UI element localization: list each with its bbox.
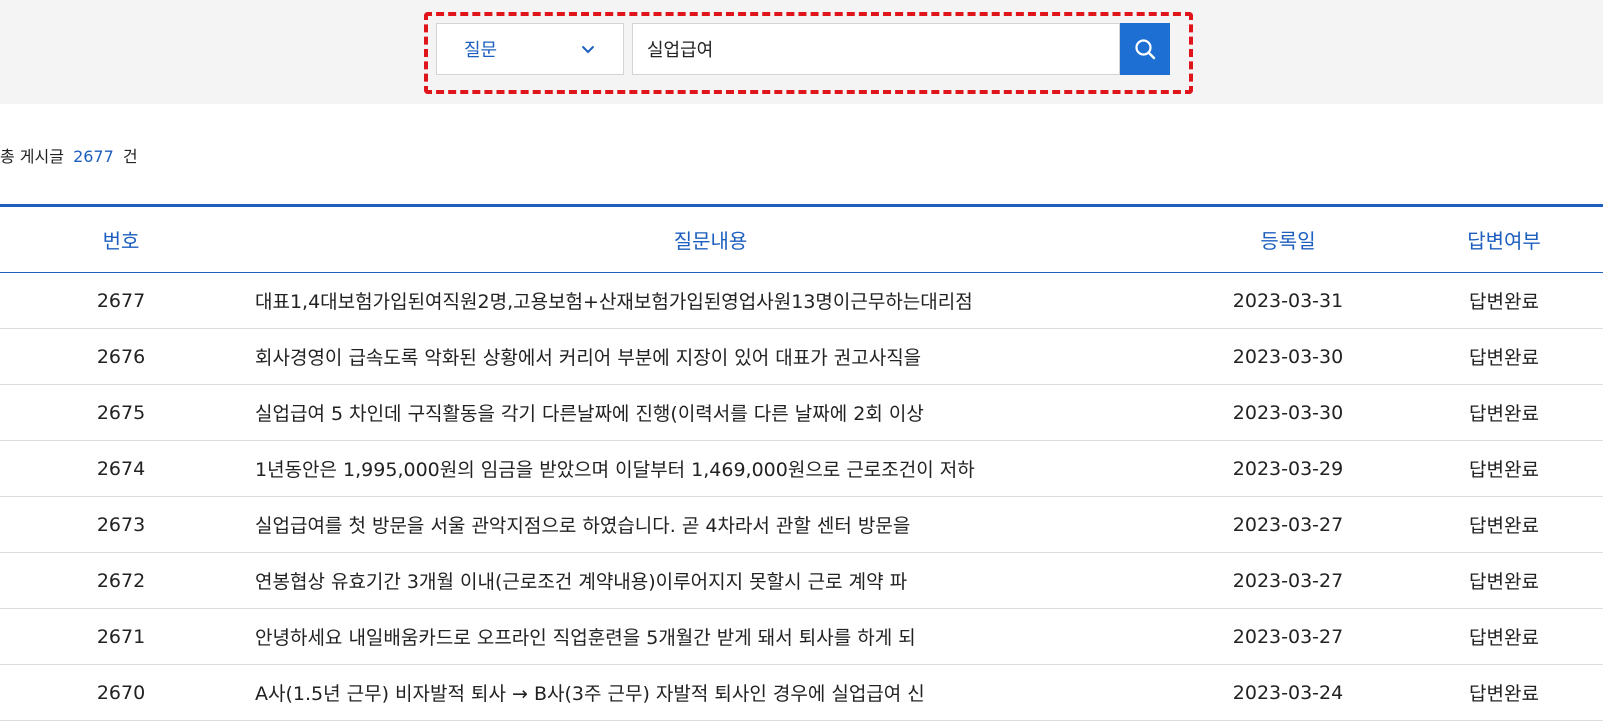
row-date: 2023-03-27 bbox=[1179, 608, 1397, 665]
header-answer-status: 답변여부 bbox=[1467, 229, 1541, 253]
table-row[interactable]: 2671 안녕하세요 내일배움카드로 오프라인 직업훈련을 5개월간 받게 돼서… bbox=[0, 608, 1603, 665]
row-status: 답변완료 bbox=[1397, 272, 1603, 329]
row-date: 2023-03-31 bbox=[1179, 272, 1397, 329]
row-date: 2023-03-27 bbox=[1179, 552, 1397, 609]
row-number: 2674 bbox=[0, 440, 242, 497]
search-button[interactable] bbox=[1120, 23, 1170, 75]
table-row[interactable]: 2670 A사(1.5년 근무) 비자발적 퇴사 → B사(3주 근무) 자발적… bbox=[0, 664, 1603, 721]
row-title-link[interactable]: A사(1.5년 근무) 비자발적 퇴사 → B사(3주 근무) 자발적 퇴사인 … bbox=[242, 664, 1179, 721]
search-icon bbox=[1134, 38, 1156, 60]
row-title-link[interactable]: 연봉협상 유효기간 3개월 이내(근로조건 계약내용)이루어지지 못할시 근로 … bbox=[242, 552, 1179, 609]
table-row[interactable]: 2674 1년동안은 1,995,000원의 임금을 받았으며 이달부터 1,4… bbox=[0, 440, 1603, 497]
row-number: 2671 bbox=[0, 608, 242, 665]
header-number: 번호 bbox=[102, 229, 140, 253]
row-number: 2675 bbox=[0, 384, 242, 441]
header-question: 질문내용 bbox=[673, 229, 748, 253]
total-count: 2677 bbox=[73, 147, 114, 166]
table-row[interactable]: 2673 실업급여를 첫 방문을 서울 관악지점으로 하였습니다. 곧 4차라서… bbox=[0, 496, 1603, 553]
table-header-row: 번호 질문내용 등록일 답변여부 bbox=[0, 205, 1603, 273]
row-date: 2023-03-29 bbox=[1179, 440, 1397, 497]
row-date: 2023-03-30 bbox=[1179, 384, 1397, 441]
row-title-link[interactable]: 실업급여 5 차인데 구직활동을 각기 다른날짜에 진행(이력서를 다른 날짜에… bbox=[242, 384, 1179, 441]
row-number: 2670 bbox=[0, 664, 242, 721]
row-number: 2677 bbox=[0, 272, 242, 329]
header-date: 등록일 bbox=[1260, 229, 1316, 253]
qna-table: 번호 질문내용 등록일 답변여부 2677 대표1,4대보험가입된여직원2명,고… bbox=[0, 204, 1603, 721]
chevron-down-icon bbox=[579, 40, 597, 58]
total-suffix: 건 bbox=[122, 147, 138, 166]
row-title-link[interactable]: 안녕하세요 내일배움카드로 오프라인 직업훈련을 5개월간 받게 돼서 퇴사를 … bbox=[242, 608, 1179, 665]
total-posts: 총 게시글 2677 건 bbox=[0, 143, 138, 167]
row-date: 2023-03-30 bbox=[1179, 328, 1397, 385]
row-status: 답변완료 bbox=[1397, 496, 1603, 553]
row-status: 답변완료 bbox=[1397, 440, 1603, 497]
row-status: 답변완료 bbox=[1397, 664, 1603, 721]
row-status: 답변완료 bbox=[1397, 384, 1603, 441]
row-title-link[interactable]: 실업급여를 첫 방문을 서울 관악지점으로 하였습니다. 곧 4차라서 관할 센… bbox=[242, 496, 1179, 553]
search-category-label: 질문 bbox=[464, 40, 498, 61]
row-number: 2672 bbox=[0, 552, 242, 609]
row-title-link[interactable]: 대표1,4대보험가입된여직원2명,고용보험+산재보험가입된영업사원13명이근무하… bbox=[242, 272, 1179, 329]
row-title-link[interactable]: 1년동안은 1,995,000원의 임금을 받았으며 이달부터 1,469,00… bbox=[242, 440, 1179, 497]
row-number: 2676 bbox=[0, 328, 242, 385]
row-date: 2023-03-24 bbox=[1179, 664, 1397, 721]
table-row[interactable]: 2672 연봉협상 유효기간 3개월 이내(근로조건 계약내용)이루어지지 못할… bbox=[0, 552, 1603, 609]
table-row[interactable]: 2676 회사경영이 급속도록 악화된 상황에서 커리어 부분에 지장이 있어 … bbox=[0, 328, 1603, 385]
row-date: 2023-03-27 bbox=[1179, 496, 1397, 553]
row-status: 답변완료 bbox=[1397, 328, 1603, 385]
row-number: 2673 bbox=[0, 496, 242, 553]
row-status: 답변완료 bbox=[1397, 552, 1603, 609]
table-row[interactable]: 2675 실업급여 5 차인데 구직활동을 각기 다른날짜에 진행(이력서를 다… bbox=[0, 384, 1603, 441]
search-input[interactable] bbox=[632, 23, 1120, 75]
search-category-select[interactable]: 질문 bbox=[436, 23, 624, 75]
table-row[interactable]: 2677 대표1,4대보험가입된여직원2명,고용보험+산재보험가입된영업사원13… bbox=[0, 272, 1603, 329]
row-status: 답변완료 bbox=[1397, 608, 1603, 665]
total-prefix: 총 게시글 bbox=[0, 147, 64, 166]
row-title-link[interactable]: 회사경영이 급속도록 악화된 상황에서 커리어 부분에 지장이 있어 대표가 권… bbox=[242, 328, 1179, 385]
